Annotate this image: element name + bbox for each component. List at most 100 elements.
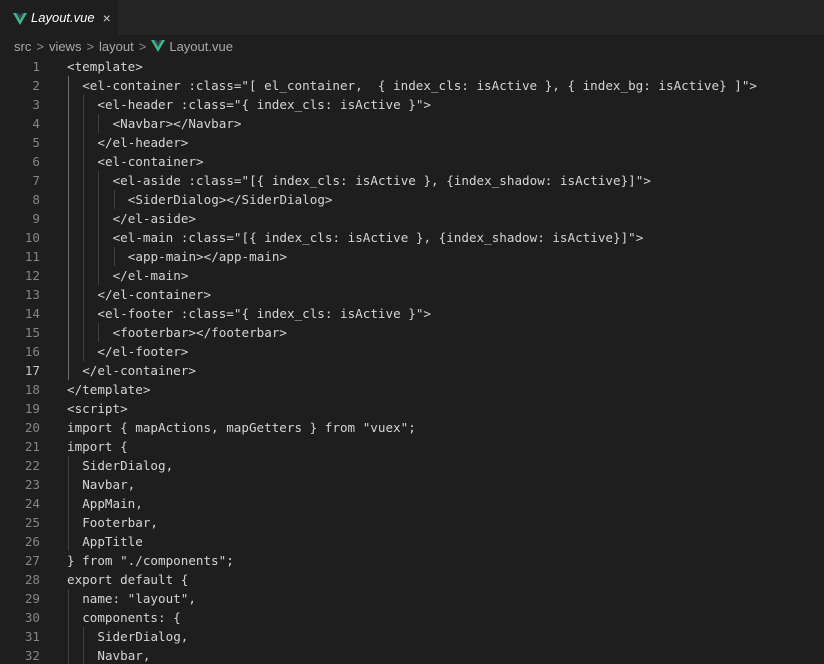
code-text: </el-main> [112,268,189,283]
indent-guide [98,323,99,342]
code-line[interactable]: 17 </el-container> [0,361,824,380]
code-text: SiderDialog, [82,458,174,473]
code-line[interactable]: 22 SiderDialog, [0,456,824,475]
vue-icon [151,40,166,52]
code-text: </template> [67,382,151,397]
line-number: 4 [32,116,40,131]
code-text: </el-container> [82,363,196,378]
code-line[interactable]: 3 <el-header :class="{ index_cls: isActiv… [0,95,824,114]
code-text: Navbar, [82,477,136,492]
line-number: 21 [24,439,40,454]
line-number: 3 [32,97,40,112]
code-text: </el-container> [97,287,212,302]
indent-guide [114,247,115,266]
code-line[interactable]: 7 <el-aside :class="[{ index_cls: isActiv… [0,171,824,190]
code-text: Navbar, [97,648,151,663]
code-text: <script> [67,401,128,416]
code-text: <el-container> [97,154,204,169]
code-text: SiderDialog, [97,629,189,644]
code-line[interactable]: 16 </el-footer> [0,342,824,361]
line-number: 20 [24,420,40,435]
code-text: <Navbar></Navbar> [112,116,242,131]
code-text: </el-aside> [112,211,196,226]
tab-layout-vue[interactable]: Layout.vue × [0,0,118,35]
line-number: 15 [24,325,40,340]
code-line[interactable]: 24 AppMain, [0,494,824,513]
line-number: 18 [24,382,40,397]
code-line[interactable]: 30 components: { [0,608,824,627]
code-text: import { mapActions, mapGetters } from "… [67,420,416,435]
code-line[interactable]: 10 <el-main :class="[{ index_cls: isActiv… [0,228,824,247]
line-number: 8 [32,192,40,207]
line-number: 7 [32,173,40,188]
indent-guide [83,95,84,361]
code-line[interactable]: 5 </el-header> [0,133,824,152]
code-line[interactable]: 12 </el-main> [0,266,824,285]
code-text: </el-footer> [97,344,189,359]
line-number: 23 [24,477,40,492]
code-text: <el-header :class="{ index_cls: isActive… [97,97,432,112]
code-line[interactable]: 28 export default { [0,570,824,589]
line-number: 14 [24,306,40,321]
line-number: 6 [32,154,40,169]
breadcrumb-item-file[interactable]: Layout.vue [169,39,233,54]
code-line[interactable]: 32 Navbar, [0,646,824,664]
line-number: 27 [24,553,40,568]
line-number: 26 [24,534,40,549]
indent-guide [68,589,69,664]
code-text: <template> [67,59,143,74]
code-text: export default { [67,572,189,587]
close-icon[interactable]: × [103,11,111,25]
line-number: 28 [24,572,40,587]
line-number: 22 [24,458,40,473]
indent-guide [83,627,84,664]
indent-guide [68,456,69,551]
code-line[interactable]: 2 <el-container :class="[ el_container, {… [0,76,824,95]
tab-label: Layout.vue [31,10,95,25]
code-line[interactable]: 4 <Navbar></Navbar> [0,114,824,133]
code-text: <el-container :class="[ el_container, { … [82,78,757,93]
code-line[interactable]: 23 Navbar, [0,475,824,494]
breadcrumb-item-views[interactable]: views [49,39,82,54]
code-text: <el-footer :class="{ index_cls: isActive… [97,306,432,321]
line-number: 16 [24,344,40,359]
code-text: <footerbar></footerbar> [112,325,287,340]
line-number: 5 [32,135,40,150]
code-line[interactable]: 15 <footerbar></footerbar> [0,323,824,342]
code-text: <app-main></app-main> [127,249,288,264]
code-line[interactable]: 18 </template> [0,380,824,399]
breadcrumb-item-src[interactable]: src [14,39,31,54]
code-line[interactable]: 8 <SiderDialog></SiderDialog> [0,190,824,209]
code-line[interactable]: 13 </el-container> [0,285,824,304]
code-line[interactable]: 27 } from "./components"; [0,551,824,570]
indent-guide [68,76,69,380]
code-line[interactable]: 29 name: "layout", [0,589,824,608]
line-number: 13 [24,287,40,302]
code-line[interactable]: 19 <script> [0,399,824,418]
tab-bar: Layout.vue × [0,0,824,35]
code-text: <el-main :class="[{ index_cls: isActive … [112,230,644,245]
code-line[interactable]: 26 AppTitle [0,532,824,551]
code-line[interactable]: 25 Footerbar, [0,513,824,532]
code-text: AppMain, [82,496,143,511]
code-text: } from "./components"; [67,553,234,568]
breadcrumb-item-layout[interactable]: layout [99,39,134,54]
code-line[interactable]: 20 import { mapActions, mapGetters } from… [0,418,824,437]
code-line[interactable]: 6 <el-container> [0,152,824,171]
code-line[interactable]: 1 <template> [0,57,824,76]
code-line[interactable]: 14 <el-footer :class="{ index_cls: isActi… [0,304,824,323]
indent-guide [114,190,115,209]
indent-guide [98,114,99,133]
code-editor[interactable]: 1 <template> 2 <el-container :class="[ el_c… [0,57,824,664]
code-line[interactable]: 21 import { [0,437,824,456]
line-number: 1 [32,59,40,74]
vue-icon [13,12,27,25]
indent-guide [98,171,99,285]
line-number: 32 [24,648,40,663]
chevron-right-icon: > [36,38,44,54]
line-number: 2 [32,78,40,93]
code-line[interactable]: 31 SiderDialog, [0,627,824,646]
code-line[interactable]: 9 </el-aside> [0,209,824,228]
code-text: <SiderDialog></SiderDialog> [127,192,333,207]
code-line[interactable]: 11 <app-main></app-main> [0,247,824,266]
